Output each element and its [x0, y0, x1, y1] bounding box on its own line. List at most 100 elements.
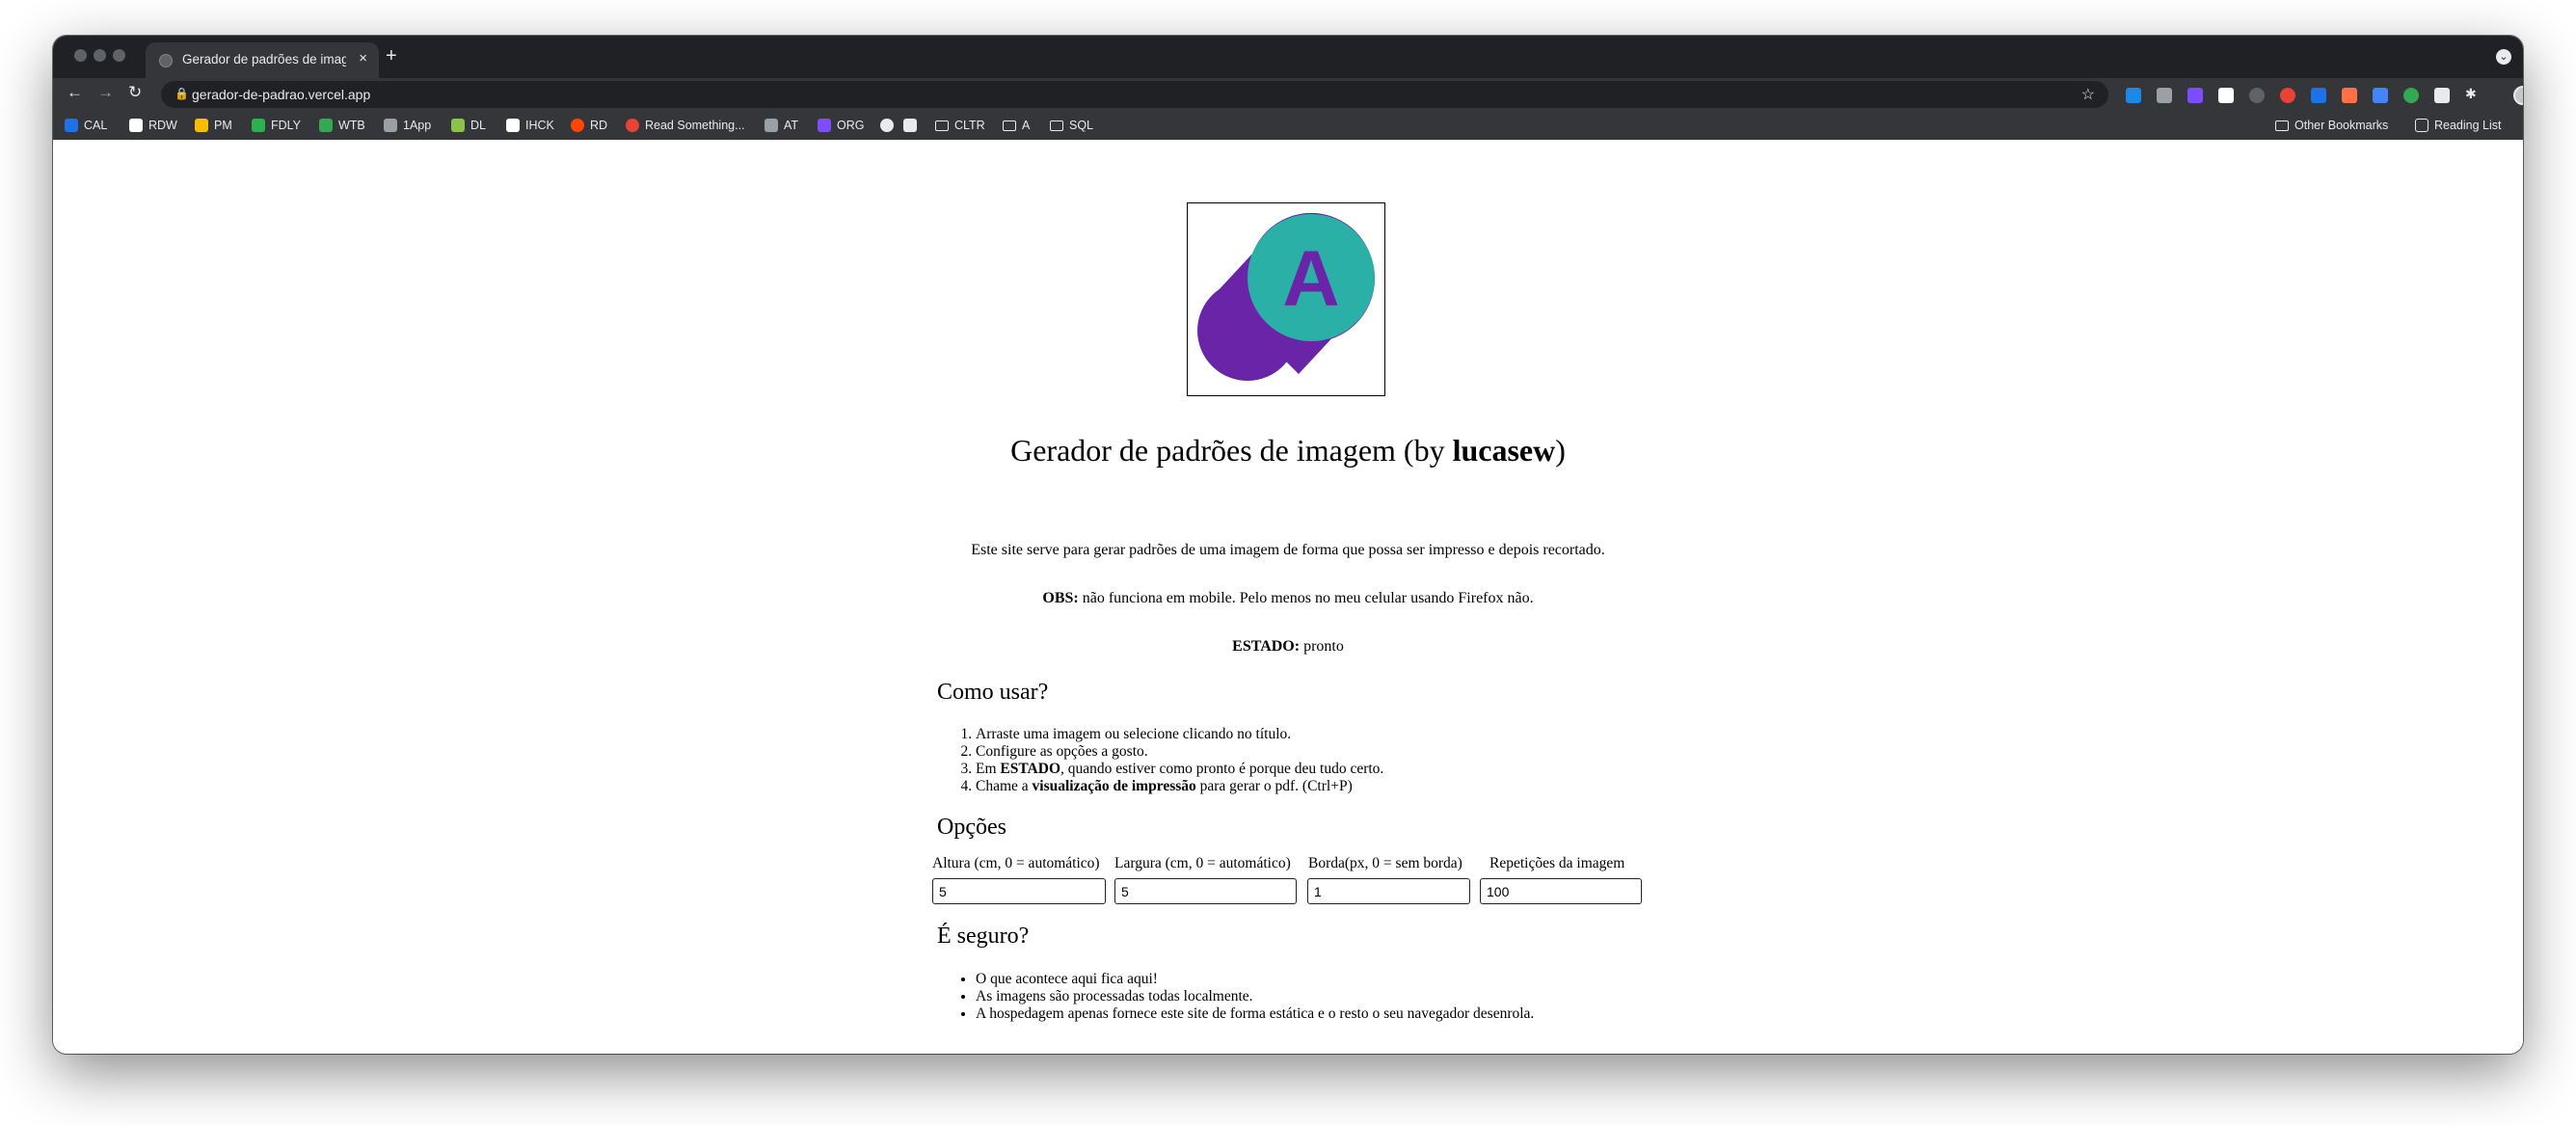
- status-label: ESTADO:: [1232, 638, 1301, 655]
- extension-r-icon[interactable]: [2218, 88, 2234, 103]
- chevron-down-icon[interactable]: ⌄: [2496, 49, 2511, 65]
- status-badge: pronto: [1300, 638, 1344, 655]
- bookmark-label: IHCK: [525, 119, 554, 132]
- close-window-button[interactable]: [74, 49, 87, 62]
- title-prefix: Gerador de padrões de imagem (by: [1010, 433, 1453, 468]
- reload-icon[interactable]: ↻: [128, 83, 142, 102]
- dl-icon: [451, 119, 465, 132]
- bookmark-label: AT: [784, 119, 799, 132]
- bookmark-label: CAL: [84, 119, 108, 132]
- other-bookmarks-label: Other Bookmarks: [2294, 119, 2389, 132]
- bookmark-cal[interactable]: CAL: [65, 111, 107, 140]
- bookmark-folder-sql[interactable]: SQL: [1050, 111, 1093, 140]
- border-input[interactable]: [1307, 878, 1470, 904]
- how-to-list: Arraste uma imagem ou selecione clicando…: [976, 726, 1383, 795]
- tab-close-button[interactable]: ×: [359, 50, 367, 67]
- puzzle-icon[interactable]: ✱: [2465, 86, 2481, 101]
- globe-icon: [159, 54, 173, 67]
- shield-icon: [818, 119, 831, 132]
- width-input[interactable]: [1114, 878, 1297, 904]
- step-bold: visualização de impressão: [1032, 778, 1196, 794]
- step-text: Em: [976, 761, 1001, 777]
- extension-edit-icon[interactable]: [2434, 88, 2450, 103]
- other-bookmarks[interactable]: Other Bookmarks: [2275, 111, 2388, 140]
- new-tab-button[interactable]: +: [386, 45, 397, 67]
- bookmark-1app[interactable]: 1App: [384, 111, 431, 140]
- status-line: ESTADO: pronto: [53, 638, 2523, 656]
- minimize-window-button[interactable]: [94, 49, 106, 62]
- step-text: , quando estiver como pronto é porque de…: [1060, 761, 1384, 777]
- repetitions-input[interactable]: [1480, 878, 1642, 904]
- tab-strip: Gerador de padrões de imagem × + ⌄: [53, 36, 2523, 78]
- avatar[interactable]: [2513, 86, 2523, 105]
- bookmark-label: RDW: [148, 119, 177, 132]
- back-arrow-icon[interactable]: ←: [67, 83, 83, 102]
- bookmark-folder-cltr[interactable]: CLTR: [935, 111, 985, 140]
- forward-arrow-icon[interactable]: →: [97, 83, 114, 102]
- reading-list-icon: [2415, 119, 2428, 132]
- folder-icon: [1003, 120, 1016, 131]
- list-item: Em ESTADO, quando estiver como pronto é …: [976, 761, 1383, 778]
- extension-diamond-icon[interactable]: [2126, 88, 2141, 103]
- logo-image[interactable]: A: [1187, 202, 1385, 396]
- step-text: Chame a: [976, 778, 1033, 794]
- reading-list[interactable]: Reading List: [2415, 111, 2502, 140]
- repetitions-label: Repetições da imagem: [1489, 855, 1625, 871]
- title-author: lucasew: [1452, 433, 1556, 468]
- stop-icon: [626, 119, 639, 132]
- extension-pokeball-icon[interactable]: [2280, 88, 2295, 103]
- extension-badge-icon[interactable]: [2187, 88, 2203, 103]
- page-title[interactable]: Gerador de padrões de imagem (by lucasew…: [53, 433, 2523, 469]
- extension-info-icon[interactable]: [2249, 88, 2265, 103]
- list-item: Chame a visualização de impressão para g…: [976, 778, 1383, 795]
- step-text: Configure as opções a gosto.: [976, 743, 1148, 760]
- bookmark-label: PM: [214, 119, 232, 132]
- bookmark-rdw[interactable]: RDW: [129, 111, 177, 140]
- list-item: O que acontece aqui fica aqui!: [976, 971, 1534, 988]
- maximize-window-button[interactable]: [113, 49, 125, 62]
- bookmark-note[interactable]: [903, 111, 923, 140]
- tab-active[interactable]: Gerador de padrões de imagem ×: [146, 42, 379, 78]
- w-icon: [319, 119, 333, 132]
- folder-icon: [2275, 120, 2289, 131]
- border-label: Borda(px, 0 = sem borda): [1308, 855, 1462, 871]
- obs-label: OBS:: [1042, 590, 1079, 606]
- address-bar[interactable]: 🔒 gerador-de-padrao.vercel.app ☆: [161, 81, 2108, 108]
- bookmark-org[interactable]: ORG: [818, 111, 864, 140]
- list-item: As imagens são processadas todas localme…: [976, 988, 1534, 1005]
- bookmark-folder-a[interactable]: A: [1003, 111, 1030, 140]
- folder-icon: [935, 120, 949, 131]
- width-label: Largura (cm, 0 = automático): [1114, 855, 1291, 871]
- r-icon: [129, 119, 143, 132]
- extension-fox-icon[interactable]: [2342, 88, 2357, 103]
- height-input[interactable]: [932, 878, 1106, 904]
- reddit-icon: [571, 119, 584, 132]
- bookmark-dl[interactable]: DL: [451, 111, 486, 140]
- extension-grid-icon[interactable]: [2157, 88, 2172, 103]
- extension-ring-icon[interactable]: [2403, 88, 2419, 103]
- drive-icon: [195, 119, 208, 132]
- extension-translate-icon[interactable]: [2373, 88, 2388, 103]
- bookmark-ihck[interactable]: IHCK: [506, 111, 554, 140]
- note-icon: [903, 119, 917, 132]
- bookmark-read-something[interactable]: Read Something...: [626, 111, 745, 140]
- list-item: A hospedagem apenas fornece este site de…: [976, 1005, 1534, 1023]
- bookmark-pm[interactable]: PM: [195, 111, 232, 140]
- options-heading: Opções: [937, 815, 1006, 840]
- bookmark-rd[interactable]: RD: [571, 111, 607, 140]
- title-suffix: ): [1555, 433, 1566, 468]
- obs-text: não funciona em mobile. Pelo menos no me…: [1078, 590, 1534, 606]
- list-item: Configure as opções a gosto.: [976, 743, 1383, 761]
- bookmark-wtb[interactable]: WTB: [319, 111, 365, 140]
- reading-list-label: Reading List: [2434, 119, 2502, 132]
- bookmark-at[interactable]: AT: [765, 111, 798, 140]
- logo-graphic: A: [1197, 213, 1375, 381]
- extension-wave-icon[interactable]: [2311, 88, 2326, 103]
- bookmark-globe[interactable]: [880, 111, 899, 140]
- bookmark-fdly[interactable]: FDLY: [252, 111, 301, 140]
- bookmark-star-icon[interactable]: ☆: [2081, 85, 2095, 104]
- bookmark-label: FDLY: [271, 119, 302, 132]
- url-text[interactable]: gerador-de-padrao.vercel.app: [192, 87, 370, 102]
- step-text: para gerar o pdf. (Ctrl+P): [1195, 778, 1353, 794]
- height-label: Altura (cm, 0 = automático): [932, 855, 1100, 871]
